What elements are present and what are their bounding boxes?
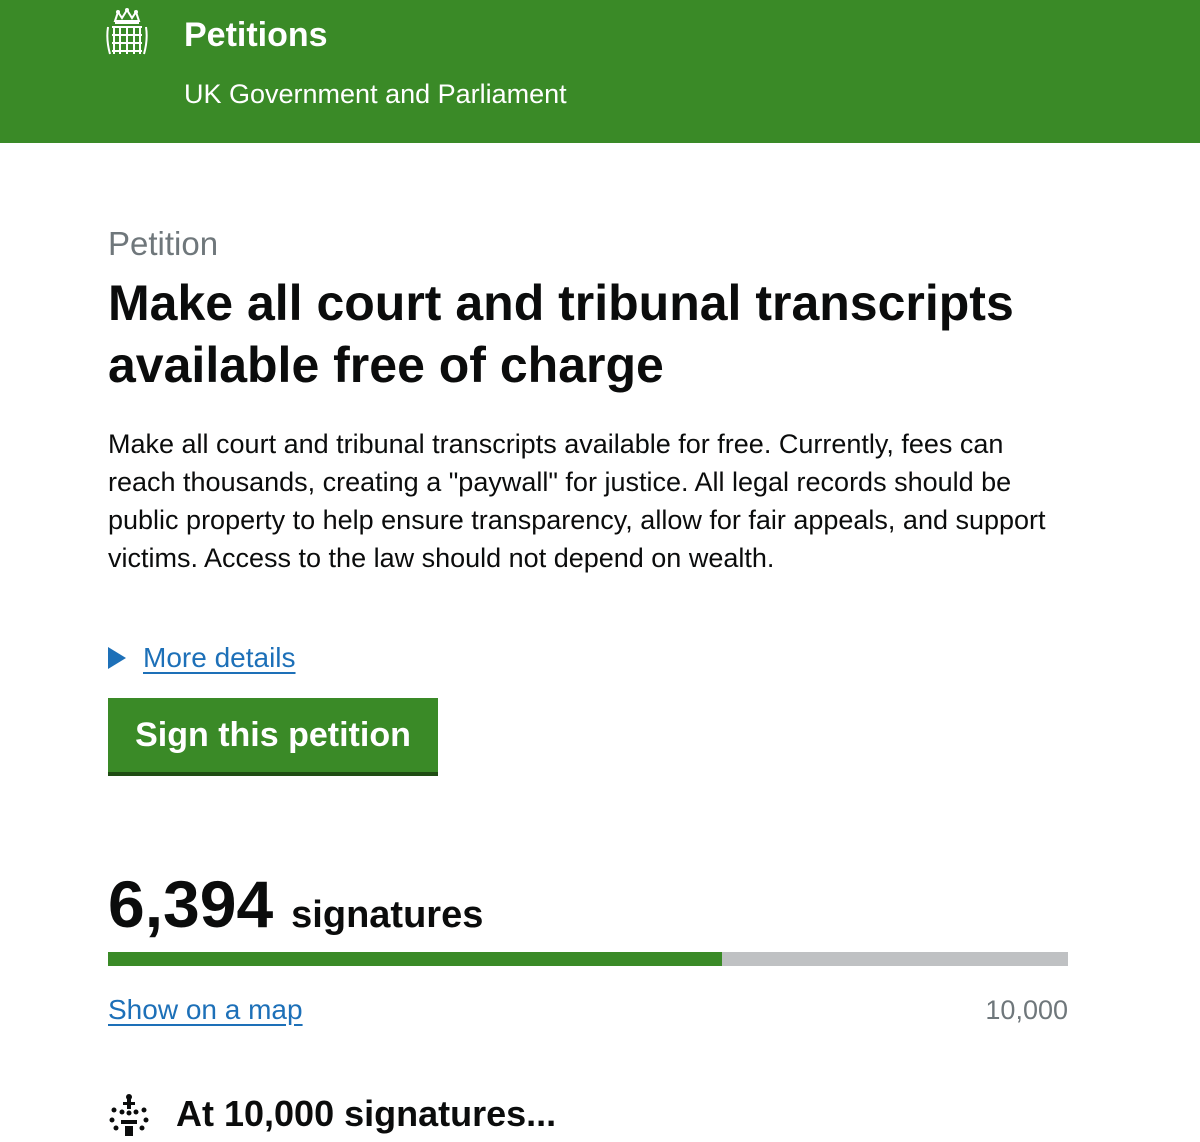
portcullis-icon <box>104 8 150 58</box>
signature-progress-fill <box>108 952 722 966</box>
triangle-right-icon <box>108 647 126 669</box>
signature-count-number: 6,394 <box>108 867 274 941</box>
signature-count-label: signatures <box>291 894 484 936</box>
site-header: Petitions UK Government and Parliament <box>0 0 1200 143</box>
signature-target: 10,000 <box>985 995 1068 1025</box>
show-on-map-link[interactable]: Show on a map <box>108 990 303 1030</box>
petition-summary: Make all court and tribunal transcripts … <box>108 429 1046 573</box>
site-title-link[interactable]: Petitions <box>184 14 328 56</box>
sign-petition-button[interactable]: Sign this petition <box>108 698 438 772</box>
page-caption: Petition <box>108 225 219 262</box>
threshold-heading: At 10,000 signatures... <box>176 1093 557 1134</box>
petition-title: Make all court and tribunal transcripts … <box>108 275 1014 393</box>
crown-icon <box>108 1094 150 1136</box>
signature-count: 6,394 signatures <box>108 866 483 942</box>
signature-progress-bar <box>108 952 1068 966</box>
more-details-toggle[interactable]: More details <box>108 638 296 678</box>
more-details-link[interactable]: More details <box>143 638 296 678</box>
site-subtitle: UK Government and Parliament <box>184 79 567 109</box>
